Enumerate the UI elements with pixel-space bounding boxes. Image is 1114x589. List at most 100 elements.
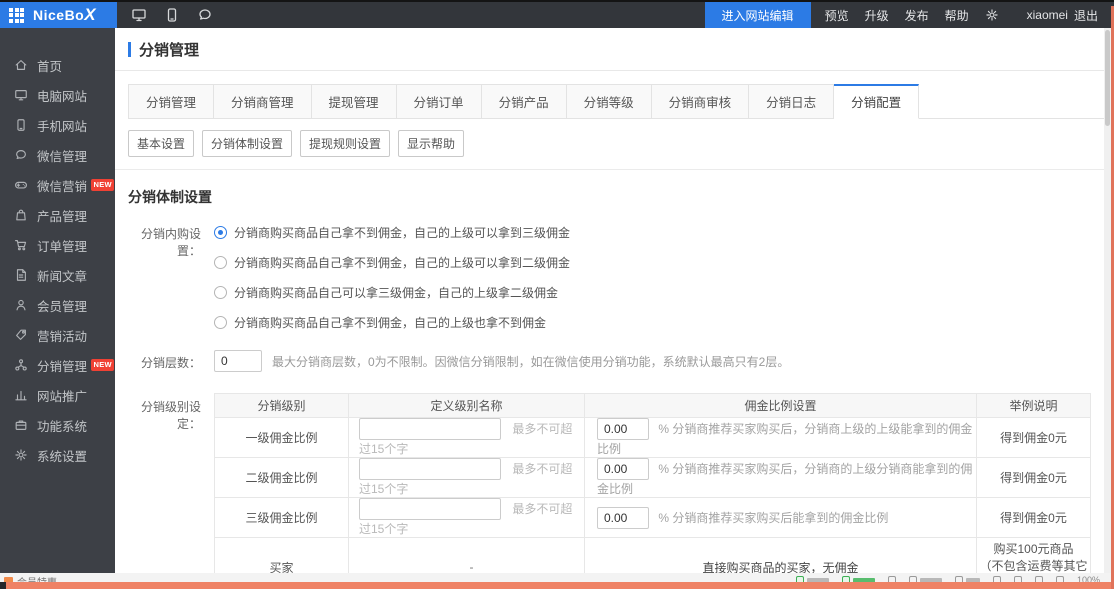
radio-option-4[interactable]: 分销商购买商品自己拿不到佣金，自己的上级也拿不到佣金: [214, 307, 570, 337]
logo: NiceBoX: [33, 5, 96, 25]
level1-name-input[interactable]: [359, 418, 501, 440]
user-icon: [13, 298, 28, 313]
sidebar-item-mobile-site[interactable]: 手机网站: [0, 110, 115, 140]
gear-icon: [13, 448, 28, 463]
chart-icon: [13, 388, 28, 403]
username[interactable]: xiaomei: [1027, 8, 1068, 22]
scrollbar-thumb[interactable]: [1105, 30, 1110, 126]
enter-site-edit-button[interactable]: 进入网站编辑: [705, 2, 811, 28]
levels-input[interactable]: [214, 350, 262, 372]
commission-level-table: 分销级别 定义级别名称 佣金比例设置 举例说明 一级佣金比例 最多不可超过15个…: [214, 393, 1091, 573]
window-top-edge: [0, 0, 1114, 2]
tab-distributor-review[interactable]: 分销商审核: [652, 84, 750, 119]
tab-distributor-mgmt[interactable]: 分销商管理: [214, 84, 312, 119]
phone-icon: [13, 118, 28, 133]
levels-help: 最大分销商层数，0为不限制。因微信分销限制，如在微信使用分销功能，系统默认最高只…: [272, 353, 789, 370]
sidebar-item-wechat-mgmt[interactable]: 微信管理: [0, 140, 115, 170]
sidebar-item-marketing[interactable]: 营销活动: [0, 320, 115, 350]
show-help-button[interactable]: 显示帮助: [398, 130, 464, 157]
monitor-icon: [13, 88, 28, 103]
radio-option-1[interactable]: 分销商购买商品自己拿不到佣金，自己的上级可以拿到三级佣金: [214, 217, 570, 247]
sidebar-item-orders[interactable]: 订单管理: [0, 230, 115, 260]
tab-distribution-config[interactable]: 分销配置: [834, 84, 919, 119]
tab-distribution-logs[interactable]: 分销日志: [749, 84, 834, 119]
tab-distribution-orders[interactable]: 分销订单: [397, 84, 482, 119]
inner-purchase-options: 分销商购买商品自己拿不到佣金，自己的上级可以拿到三级佣金 分销商购买商品自己拿不…: [214, 217, 570, 337]
orange-banner-bar: [6, 582, 1114, 589]
radio-option-3[interactable]: 分销商购买商品自己可以拿三级佣金，自己的上级拿二级佣金: [214, 277, 570, 307]
level3-name-input[interactable]: [359, 498, 501, 520]
table-header-row: 分销级别 定义级别名称 佣金比例设置 举例说明: [215, 394, 1091, 418]
cart-icon: [13, 238, 28, 253]
wechat-site-icon[interactable]: [197, 7, 213, 23]
settings-content: 分销体制设置 分销内购设置： 分销商购买商品自己拿不到佣金，自己的上级可以拿到三…: [115, 187, 1104, 573]
new-badge: NEW: [91, 179, 114, 191]
withdrawal-rules-settings-button[interactable]: 提现规则设置: [300, 130, 390, 157]
sidebar-item-promotion[interactable]: 网站推广: [0, 380, 115, 410]
settings-gear-icon[interactable]: [985, 8, 999, 22]
apps-grid-icon[interactable]: [9, 8, 24, 23]
page-title: 分销管理: [139, 39, 199, 60]
tab-distribution-levels[interactable]: 分销等级: [567, 84, 652, 119]
tab-bar-filler: [919, 84, 1104, 119]
page-header: 分销管理: [115, 28, 1104, 71]
briefcase-icon: [13, 418, 28, 433]
col-header-name: 定义级别名称: [349, 394, 585, 418]
sidebar-item-home[interactable]: 首页: [0, 50, 115, 80]
levels-row: 分销层数： 最大分销商层数，0为不限制。因微信分销限制，如在微信使用分销功能，系…: [128, 347, 1104, 372]
sidebar-item-news[interactable]: 新闻文章: [0, 260, 115, 290]
upgrade-link[interactable]: 升级: [865, 7, 889, 24]
vertical-scrollbar[interactable]: [1104, 28, 1111, 573]
col-header-example: 举例说明: [977, 394, 1091, 418]
sidebar-item-settings[interactable]: 系统设置: [0, 440, 115, 470]
col-header-level: 分销级别: [215, 394, 349, 418]
level-table-label: 分销级别设定：: [128, 384, 214, 573]
topbar: NiceBoX 进入网站编辑 预览 升级 发布 帮助 xiaomei 退出: [0, 2, 1114, 28]
bag-icon: [13, 208, 28, 223]
radio-icon[interactable]: [214, 286, 227, 299]
wechat-icon: [13, 148, 28, 163]
tab-distribution-products[interactable]: 分销产品: [482, 84, 567, 119]
level2-rate-input[interactable]: [597, 458, 649, 480]
sidebar-item-wechat-marketing[interactable]: 微信营销 NEW: [0, 170, 115, 200]
table-row-buyer: 买家 - 直接购买商品的买家，无佣金 购买100元商品 （不包含运费等其它费用）: [215, 538, 1091, 574]
logo-section[interactable]: NiceBoX: [0, 2, 117, 28]
level2-name-input[interactable]: [359, 458, 501, 480]
main-content: 分销管理 分销管理 分销商管理 提现管理 分销订单 分销产品 分销等级 分销商审…: [115, 28, 1104, 573]
topbar-links: 预览 升级 发布 帮助: [811, 7, 1013, 24]
radio-icon[interactable]: [214, 316, 227, 329]
tab-withdrawal-mgmt[interactable]: 提现管理: [312, 84, 397, 119]
levels-label: 分销层数：: [128, 347, 214, 372]
new-badge: NEW: [91, 359, 114, 371]
sidebar-item-products[interactable]: 产品管理: [0, 200, 115, 230]
preview-link[interactable]: 预览: [825, 7, 849, 24]
title-accent-bar: [128, 42, 131, 57]
level3-rate-input[interactable]: [597, 507, 649, 529]
sidebar-item-distribution[interactable]: 分销管理 NEW: [0, 350, 115, 380]
device-switcher: [131, 7, 213, 23]
sidebar-item-functions[interactable]: 功能系统: [0, 410, 115, 440]
radio-option-2[interactable]: 分销商购买商品自己拿不到佣金，自己的上级可以拿到二级佣金: [214, 247, 570, 277]
topbar-right: 进入网站编辑 预览 升级 发布 帮助 xiaomei 退出: [705, 2, 1114, 28]
logout-link[interactable]: 退出: [1074, 7, 1098, 24]
desktop-site-icon[interactable]: [131, 7, 147, 23]
level1-rate-input[interactable]: [597, 418, 649, 440]
tag-icon: [13, 328, 28, 343]
basic-settings-button[interactable]: 基本设置: [128, 130, 194, 157]
radio-icon[interactable]: [214, 226, 227, 239]
subtab-bar: 基本设置 分销体制设置 提现规则设置 显示帮助: [128, 130, 1104, 157]
radio-icon[interactable]: [214, 256, 227, 269]
sidebar-item-pc-site[interactable]: 电脑网站: [0, 80, 115, 110]
table-row: 二级佣金比例 最多不可超过15个字 % 分销商推荐买家购买后，分销商的上级分销商…: [215, 458, 1091, 498]
home-icon: [13, 58, 28, 73]
tab-bar: 分销管理 分销商管理 提现管理 分销订单 分销产品 分销等级 分销商审核 分销日…: [128, 84, 1104, 119]
mobile-site-icon[interactable]: [164, 7, 180, 23]
level-table-row: 分销级别设定： 分销级别 定义级别名称 佣金比例设置 举例说明 一级佣金比例 最…: [128, 384, 1104, 573]
help-link[interactable]: 帮助: [945, 7, 969, 24]
publish-link[interactable]: 发布: [905, 7, 929, 24]
sidebar-item-members[interactable]: 会员管理: [0, 290, 115, 320]
levels-field: 最大分销商层数，0为不限制。因微信分销限制，如在微信使用分销功能，系统默认最高只…: [214, 347, 789, 372]
table-row: 一级佣金比例 最多不可超过15个字 % 分销商推荐买家购买后，分销商上级的上级能…: [215, 418, 1091, 458]
tab-distribution-mgmt[interactable]: 分销管理: [128, 84, 214, 119]
distribution-system-settings-button[interactable]: 分销体制设置: [202, 130, 292, 157]
